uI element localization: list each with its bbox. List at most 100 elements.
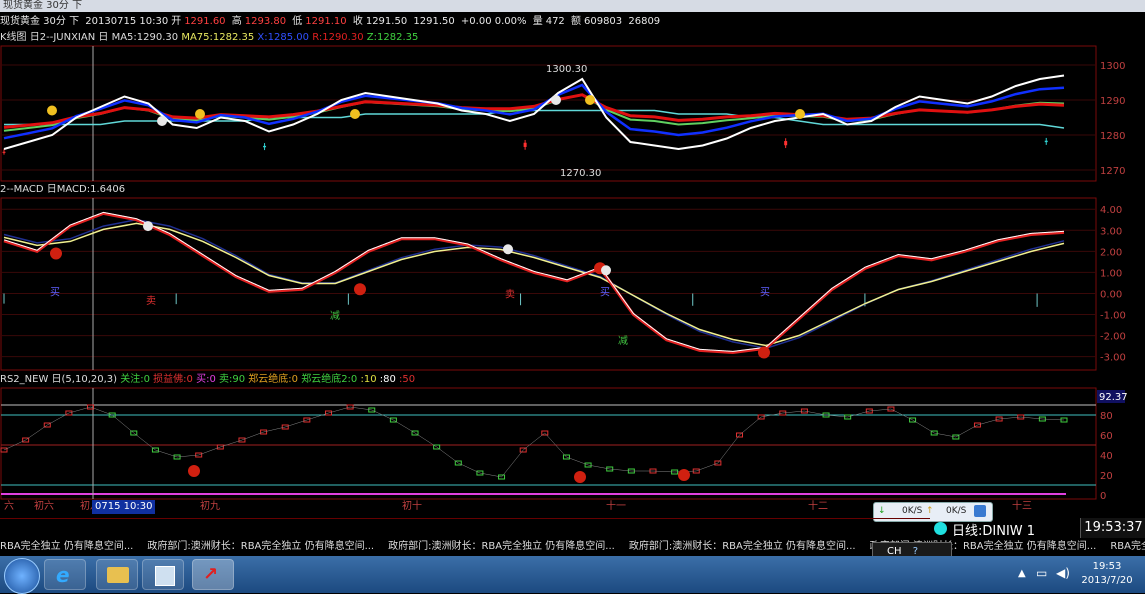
macd-pane-header: 2--MACD 日MACD:1.6406 (0, 183, 1100, 197)
start-button[interactable] (4, 558, 40, 594)
x-label: X: (257, 32, 268, 43)
news-ticker[interactable]: RBA完全独立 仍有降息空间... 政府部门:澳洲财长：RBA完全独立 仍有降息空… (0, 540, 1145, 554)
quote-vol-label: 量 (532, 16, 543, 27)
rs-legend-item: 损益佛:0 (149, 374, 193, 385)
quote-open-label: 开 (171, 16, 182, 27)
rs-bottom-dot (678, 469, 690, 481)
macd-chart[interactable]: 4.003.002.001.000.00-1.00-2.00-3.00买卖减卖减… (0, 197, 1145, 371)
ie-taskbar-button[interactable]: e (44, 559, 86, 590)
news-ticker-item[interactable]: 政府部门:澳洲财长：RBA完全独立 仍有降息空间... (629, 541, 856, 552)
ma75-value: 1282.35 (212, 32, 255, 43)
rs-y-tick: 40 (1100, 451, 1113, 462)
rs-pane-title: RS2_NEW 日(5,10,20,3) (0, 374, 118, 385)
news-ticker-item[interactable]: 政府部门:澳洲财长：RBA完全独立 仍有降息空间... (388, 541, 615, 552)
macd-signal-mark: 买 (50, 287, 60, 299)
tray-expand-icon[interactable]: ▲ (1018, 568, 1026, 579)
quote-date: 20130715 10:30 (85, 16, 169, 27)
z-label: Z: (366, 32, 377, 43)
rs-bottom-dot (188, 465, 200, 477)
macd-y-tick: -3.00 (1100, 353, 1126, 364)
quote-low: 1291.10 (305, 16, 347, 27)
status-clock: 19:53:37 (1080, 518, 1145, 538)
macd-y-tick: 2.00 (1100, 247, 1122, 258)
k-pane-header: K线图 日2--JUNXIAN 日 MA5:1290.30 MA75:1282.… (0, 31, 1100, 45)
macd-pane-frame (0, 197, 1097, 371)
signal-line-yellow (3, 222, 1065, 347)
quote-close: 1291.50 (365, 16, 408, 27)
macd-face-icon (601, 265, 611, 276)
macd-signal-mark: 买 (600, 287, 610, 299)
signal-coin (795, 109, 805, 119)
refresh-icon[interactable] (974, 505, 986, 517)
news-ticker-item[interactable]: RBA完全独立 仍有降息空间... (0, 541, 133, 552)
trading-app-icon: ↗ (203, 564, 219, 585)
candle-body (263, 145, 267, 148)
macd-signal-mark: 买 (760, 287, 770, 299)
macd-cross-dot (354, 283, 366, 296)
k-line-chart[interactable]: 1300 1290 1280 1270 1300.30 1270.30 (0, 45, 1145, 182)
window-title: 现货黄金 30分 下 (0, 0, 1145, 12)
k-y-tick: 1270 (1100, 166, 1125, 177)
time-axis-label: 初九 (200, 501, 220, 512)
explorer-taskbar-button[interactable] (96, 559, 138, 590)
trading-app-taskbar-button[interactable]: ↗ (192, 559, 234, 590)
window-taskbar-button[interactable] (142, 559, 184, 590)
rs-legend-item: 关注:0 (120, 374, 150, 385)
macd-signal-mark: 卖 (505, 289, 515, 301)
k-y-tick: 1300 (1100, 61, 1125, 72)
rs-legend: 关注:0 损益佛:0 买:0 卖:90 郑云绝底:0 郑云绝底2:0 :10 :… (120, 374, 415, 385)
news-ticker-item[interactable]: RBA完全独立 仍有降息空间... (1110, 541, 1145, 552)
rs-legend-item: 买:0 (192, 374, 216, 385)
x-value: 1285.00 (267, 32, 310, 43)
macd-cross-dot (50, 247, 62, 260)
signal-coin (195, 109, 205, 119)
news-ticker-item[interactable]: 政府部门:澳洲财长：RBA完全独立 仍有降息空间... (147, 541, 374, 552)
candle-body (523, 142, 527, 147)
rs-line (3, 406, 1065, 478)
macd-y-tick: 4.00 (1100, 205, 1122, 216)
macd-pane-title: 2--MACD 日 (0, 184, 57, 195)
network-icon[interactable]: ▭ (1036, 566, 1047, 580)
upload-speed: 0K/S (946, 506, 967, 516)
rs-step-box (0, 447, 8, 453)
macd-y-tick: -2.00 (1100, 332, 1126, 343)
signal-coin (47, 105, 57, 116)
ma5-label: MA5: (111, 32, 137, 43)
rs-pane-header: RS2_NEW 日(5,10,20,3) 关注:0 损益佛:0 买:0 卖:90… (0, 373, 1100, 387)
quote-close-label: 收 (352, 16, 363, 27)
app-window-icon (155, 566, 175, 586)
quote-amt: 609803 (583, 16, 623, 27)
quote-amt-label: 额 (570, 16, 581, 27)
annotation-high: 1300.30 (546, 64, 587, 75)
macd-signal-mark: 减 (330, 310, 340, 322)
trading-window: 现货黄金 30分 下 现货黄金 30分 下 20130715 10:30 开 129… (0, 0, 1145, 594)
rs-chart[interactable]: 80 60 40 20 0 92.37 (0, 387, 1145, 500)
macd-y-tick: 1.00 (1100, 268, 1122, 279)
macd-y-tick: 3.00 (1100, 226, 1122, 237)
macd-signal-mark: 减 (618, 335, 628, 347)
volume-icon[interactable]: ◀) (1056, 566, 1070, 580)
r-value: 1290.30 (322, 32, 364, 43)
ie-icon: e (56, 563, 70, 587)
connection-status-icon (934, 522, 947, 535)
rs-legend-item: :50 (395, 374, 416, 385)
quote-extra: 26809 (628, 16, 661, 27)
macd-y-tick: 0.00 (1100, 289, 1122, 300)
macd-face-icon (143, 221, 153, 232)
quote-vol: 472 (545, 16, 565, 27)
signal-coin (585, 95, 595, 105)
dea-line (3, 218, 1065, 350)
signal-coin (350, 109, 360, 119)
tray-clock[interactable]: 19:53 2013/7/20 (1077, 560, 1137, 588)
time-axis-label: 十三 (1012, 501, 1032, 512)
rs-bottom-dot (574, 471, 586, 483)
status-row: 日线:DINIW 1 19:53:37 (0, 518, 1145, 539)
tray-date-text: 2013/7/20 (1081, 575, 1133, 586)
macd-value: 1.6406 (90, 184, 126, 195)
candle-body (1044, 140, 1048, 143)
rs-legend-item: :10 (357, 374, 377, 385)
rs-y-tick: 80 (1100, 411, 1113, 422)
quote-high: 1293.80 (244, 16, 287, 27)
candle-body (784, 141, 788, 146)
k-y-tick: 1280 (1100, 131, 1125, 142)
